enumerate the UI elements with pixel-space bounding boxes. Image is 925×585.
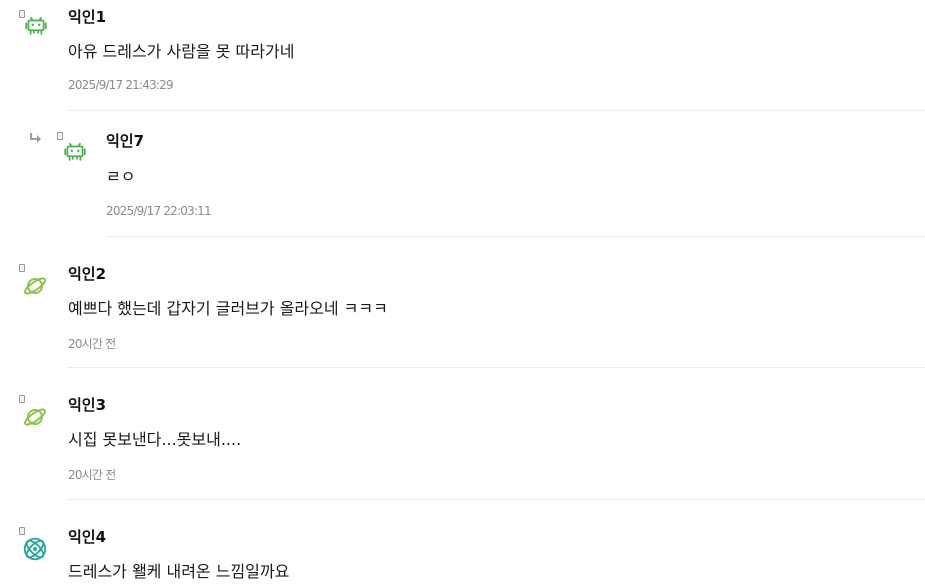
planet-icon xyxy=(22,273,48,299)
comment-text: 아유 드레스가 사람을 못 따라가네 xyxy=(68,42,295,61)
comment-text: ㄹㅇ xyxy=(106,167,136,186)
comment-text: 드레스가 왤케 내려온 느낌일까요 xyxy=(68,562,290,581)
planet-icon xyxy=(22,404,48,430)
comment-author[interactable]: 익인2 xyxy=(68,263,106,284)
comment-text: 예쁘다 했는데 갑자기 글러브가 올라오네 ㅋㅋㅋ xyxy=(68,299,388,318)
comment-item: 익인2 예쁘다 했는데 갑자기 글러브가 올라오네 ㅋㅋㅋ 20시간 전 xyxy=(0,237,925,367)
comment-author[interactable]: 익인3 xyxy=(68,394,106,415)
badge-icon xyxy=(19,395,25,403)
badge-icon xyxy=(19,527,25,535)
comment-author[interactable]: 익인1 xyxy=(68,6,106,27)
badge-icon xyxy=(19,264,25,272)
comment-timestamp: 2025/9/17 22:03:11 xyxy=(106,204,212,218)
comment-author[interactable]: 익인7 xyxy=(106,130,144,151)
reply-item: 익인7 ㄹㅇ 2025/9/17 22:03:11 xyxy=(0,111,925,236)
atom-icon xyxy=(22,536,48,562)
invader-icon xyxy=(62,140,88,166)
comment-timestamp: 2025/9/17 21:43:29 xyxy=(68,78,174,92)
comment-timestamp: 20시간 전 xyxy=(68,468,116,482)
reply-arrow-icon xyxy=(30,133,41,143)
comment-timestamp: 20시간 전 xyxy=(68,337,116,351)
badge-icon xyxy=(57,132,63,140)
invader-icon xyxy=(23,14,49,40)
comment-text: 시집 못보낸다...못보내.... xyxy=(68,430,242,449)
comment-author[interactable]: 익인4 xyxy=(68,526,106,547)
comment-item: 익인1 아유 드레스가 사람을 못 따라가네 2025/9/17 21:43:2… xyxy=(0,0,925,110)
comment-item: 익인4 드레스가 왤케 내려온 느낌일까요 xyxy=(0,500,925,585)
comment-item: 익인3 시집 못보낸다...못보내.... 20시간 전 xyxy=(0,368,925,498)
